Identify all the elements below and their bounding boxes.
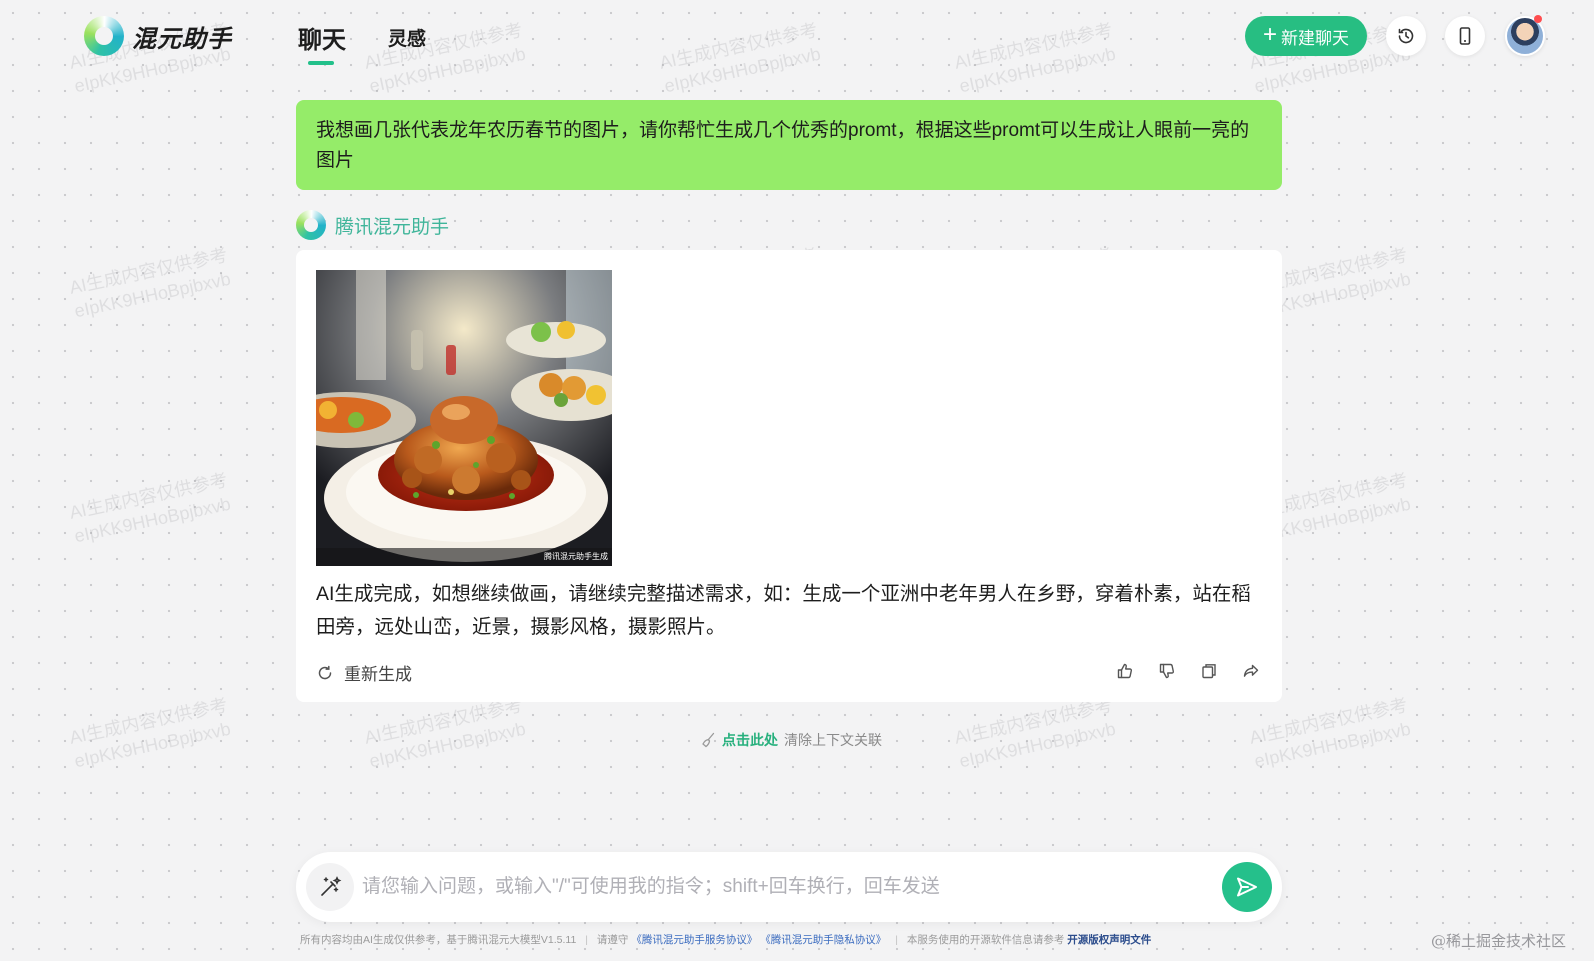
- like-button[interactable]: [1114, 660, 1136, 682]
- source-credit-watermark: @稀土掘金技术社区: [1430, 932, 1566, 950]
- food-illustration: 腾讯混元助手生成: [316, 270, 612, 566]
- send-button[interactable]: [1222, 862, 1272, 912]
- copy-button[interactable]: [1198, 660, 1220, 682]
- assistant-name: 腾讯混元助手: [335, 216, 450, 238]
- share-button[interactable]: [1240, 660, 1262, 682]
- message-actions: [1114, 660, 1262, 682]
- top-bar: 混元助手 聊天 灵感 + 新建聊天: [0, 0, 1594, 72]
- clear-context-hint: 点击此处 清除上下文关联: [700, 730, 882, 750]
- notification-dot: [1534, 15, 1542, 23]
- clear-context-link[interactable]: 点击此处: [722, 730, 778, 750]
- new-chat-label: 新建聊天: [1281, 28, 1349, 48]
- assistant-message-card: 腾讯混元助手生成 AI生成完成，如想继续做画，请继续完整描述需求，如：生成一个亚…: [296, 250, 1282, 702]
- app-name: 混元助手: [132, 25, 232, 53]
- app-logo[interactable]: 混元助手: [84, 16, 232, 56]
- watermark: AI生成内容仅供参考eIpKK9HHoBpjbxvb: [67, 469, 233, 547]
- mobile-icon: [1459, 27, 1471, 45]
- footer-oss-prefix: 本服务使用的开源软件信息请参考: [906, 934, 1065, 946]
- footer-separator: |: [895, 934, 898, 946]
- hunyuan-logo-icon: [84, 16, 124, 56]
- clear-context-text: 清除上下文关联: [784, 732, 882, 748]
- share-icon: [1243, 664, 1259, 677]
- assistant-header: 腾讯混元助手: [296, 210, 449, 240]
- privacy-policy-link[interactable]: 《腾讯混元助手隐私协议》: [760, 934, 886, 946]
- user-message-bubble: 我想画几张代表龙年农历春节的图片，请你帮忙生成几个优秀的promt，根据这些pr…: [296, 100, 1282, 190]
- magic-wand-icon: [321, 876, 342, 896]
- plus-icon: +: [1262, 21, 1277, 48]
- mobile-button[interactable]: [1445, 16, 1485, 56]
- dislike-button[interactable]: [1156, 660, 1178, 682]
- service-agreement-link[interactable]: 《腾讯混元助手服务协议》: [631, 934, 757, 946]
- tab-chat[interactable]: 聊天: [298, 20, 346, 65]
- footer-disclaimer: 所有内容均由AI生成仅供参考，基于腾讯混元大模型V1.5.11 | 请遵守 《腾…: [300, 932, 1290, 947]
- tab-inspiration[interactable]: 灵感: [388, 20, 426, 55]
- copy-icon: [1202, 664, 1216, 679]
- thumbs-up-icon: [1117, 663, 1133, 679]
- broom-icon: [702, 732, 715, 748]
- history-icon: [1398, 28, 1414, 44]
- footer-model-disclaimer: 所有内容均由AI生成仅供参考，基于腾讯混元大模型V1.5.11: [300, 934, 577, 946]
- image-watermark-caption: 腾讯混元助手生成: [544, 551, 608, 561]
- regenerate-button[interactable]: 重新生成: [316, 660, 412, 685]
- thumbs-down-icon: [1159, 663, 1175, 679]
- main-nav: 聊天 灵感: [298, 20, 426, 65]
- oss-license-link[interactable]: 开源版权声明文件: [1067, 934, 1151, 946]
- footer-separator: |: [585, 934, 588, 946]
- watermark: AI生成内容仅供参考eIpKK9HHoBpjbxvb: [67, 244, 233, 322]
- prompt-helper-button[interactable]: [306, 863, 354, 911]
- new-chat-button[interactable]: + 新建聊天: [1245, 16, 1367, 56]
- assistant-message-text: AI生成完成，如想继续做画，请继续完整描述需求，如：生成一个亚洲中老年男人在乡野…: [316, 583, 1251, 638]
- prompt-input[interactable]: [362, 868, 1202, 906]
- assistant-logo-icon: [296, 210, 326, 240]
- generated-image[interactable]: 腾讯混元助手生成: [316, 270, 612, 566]
- refresh-icon: [318, 665, 332, 679]
- watermark: AI生成内容仅供参考eIpKK9HHoBpjbxvb: [67, 694, 233, 772]
- regenerate-label: 重新生成: [344, 665, 412, 684]
- history-button[interactable]: [1386, 16, 1426, 56]
- send-icon: [1237, 877, 1257, 897]
- chat-input-bar: [296, 852, 1282, 922]
- footer-agree-prefix: 请遵守: [596, 934, 629, 946]
